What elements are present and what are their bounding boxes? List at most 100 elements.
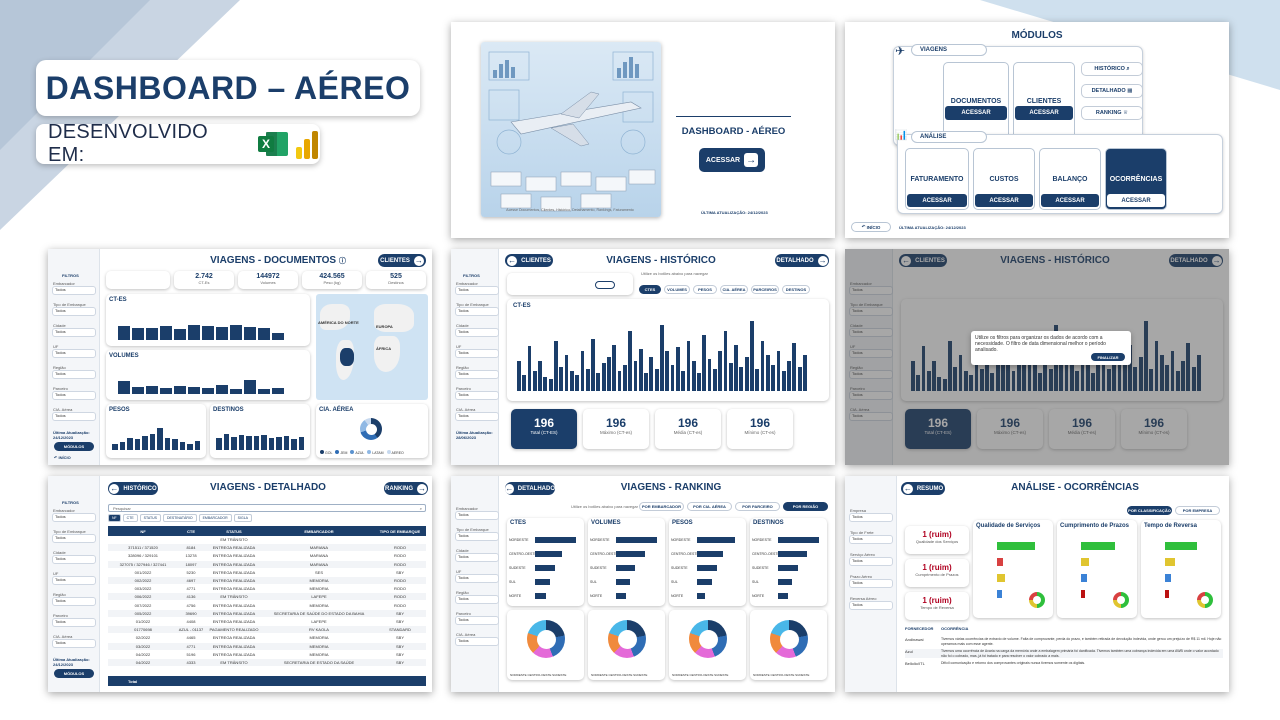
modules-button[interactable]: MÓDULOS — [54, 442, 94, 451]
filter-dropdown[interactable]: Todos — [455, 307, 499, 316]
filter-dropdown[interactable]: Todos — [849, 557, 893, 566]
filter-dropdown[interactable]: Todos — [455, 349, 499, 358]
table-row[interactable]: 02/2022 4465 ENTREGA REALIZADA MEMORIA SBY — [108, 634, 426, 641]
ocorrencias-access-button[interactable]: ACESSAR — [1107, 194, 1165, 207]
nav-detalhado-button[interactable]: ← DETALHADO — [505, 482, 555, 495]
filter-chip[interactable]: NF — [108, 514, 121, 522]
table-row[interactable]: 04/2022 4333 EM TRÂNSITO SECRETARIA DE ESTA… — [108, 659, 426, 666]
filter-dropdown[interactable]: Todos — [455, 637, 499, 646]
module-ranking[interactable]: RANKING ♕ — [1081, 106, 1143, 120]
table-row[interactable]: 371511 / 371520 8184 ENTREGA REALIZADA MARI… — [108, 544, 426, 552]
faturamento-access-button[interactable]: ACESSAR — [907, 194, 967, 207]
table-row[interactable]: 001/2022 5230 ENTREGA REALIZADA SES SBY — [108, 569, 426, 576]
tab-ctes[interactable]: CTES — [639, 285, 661, 294]
filter-chip[interactable]: DESTINATÁRIO — [162, 514, 197, 522]
nav-resumo-button[interactable]: ← RESUMO — [901, 482, 945, 495]
filter-dropdown[interactable]: Todos — [455, 286, 499, 295]
ocorrencias-tab[interactable]: POR EMPRESA — [1175, 506, 1220, 515]
table-row[interactable]: 007/2022 4756 ENTREGA REALIZADA MEMORIA RODO — [108, 602, 426, 609]
filter-dropdown[interactable]: Todos — [455, 595, 499, 604]
filter-dropdown[interactable]: Todos — [455, 391, 499, 400]
filter-dropdown[interactable]: Todos — [455, 412, 499, 421]
date-filter[interactable] — [106, 271, 170, 289]
module-detalhado[interactable]: DETALHADO ▦ — [1081, 84, 1143, 98]
search-input[interactable]: Pesquisar ⌕ — [108, 504, 426, 512]
table-row[interactable]: 006/2022 4136 EM TRÂNSITO LAFEPE RODO — [108, 593, 426, 601]
table-row[interactable]: 01770698 AZUL - 01137 PAGAMENTO REALIZADO R… — [108, 626, 426, 634]
filter-dropdown[interactable]: Todos — [849, 513, 893, 522]
table-row[interactable]: EM TRÂNSITO — [108, 536, 426, 543]
world-map[interactable]: AMÉRICA DO NORTE EUROPA ÁFRICA — [316, 294, 428, 400]
tab-destinos[interactable]: DESTINOS — [782, 285, 810, 294]
filter-chip[interactable]: STATUS — [139, 514, 161, 522]
ranking-tab[interactable]: POR CIA. AÉREA — [687, 502, 732, 511]
filter-dropdown[interactable]: Todos — [52, 412, 96, 421]
custos-access-button[interactable]: ACESSAR — [975, 194, 1033, 207]
tab-parceiros[interactable]: PARCEIROS — [751, 285, 779, 294]
slider-handles[interactable] — [595, 281, 615, 289]
filter-dropdown[interactable]: Todos — [52, 597, 96, 606]
filter-dropdown[interactable]: Todos — [52, 391, 96, 400]
cover-access-button[interactable]: ACESSAR → — [699, 148, 765, 172]
table-row[interactable]: 003/2022 4771 ENTREGA REALIZADA MEMORIA RODO — [108, 585, 426, 592]
home-button[interactable]: ↶ INÍCIO — [54, 455, 71, 460]
documentos-access-button[interactable]: ACESSAR — [945, 106, 1007, 120]
nav-clientes-button[interactable]: CLIENTES → — [378, 254, 426, 267]
filter-dropdown[interactable]: Todos — [849, 535, 893, 544]
filter-chip[interactable]: CTE — [122, 514, 138, 522]
table-row[interactable]: 002/2022 4697 ENTREGA REALIZADA MEMORIA RODO — [108, 577, 426, 584]
filter-dropdown[interactable]: Todos — [52, 307, 96, 316]
column-header[interactable]: NF — [108, 529, 178, 534]
filter-dropdown[interactable]: Todos — [52, 370, 96, 379]
filter-dropdown[interactable]: Todos — [455, 328, 499, 337]
column-header[interactable]: TIPO DE EMBARQUE — [374, 529, 426, 534]
filter-dropdown[interactable]: Todos — [52, 576, 96, 585]
clientes-access-button[interactable]: ACESSAR — [1015, 106, 1073, 120]
filter-chip[interactable]: SIGLA — [233, 514, 252, 522]
column-header[interactable]: EMBARCADOR — [264, 529, 374, 534]
module-historico[interactable]: HISTÓRICO ⌕ — [1081, 62, 1143, 76]
tab-volumes[interactable]: VOLUMES — [664, 285, 690, 294]
table-row[interactable]: 005/2022 39690 ENTREGA REALIZADA SECRETARIA… — [108, 609, 426, 617]
column-header[interactable]: CTE — [178, 529, 204, 534]
filter-dropdown[interactable]: Todos — [52, 349, 96, 358]
home-button[interactable]: ↶ INÍCIO — [851, 222, 891, 232]
table-row[interactable]: 327075 / 327946 / 327441 18097 ENTREGA REA… — [108, 560, 426, 568]
balanco-access-button[interactable]: ACESSAR — [1041, 194, 1099, 207]
nav-historico-button[interactable]: ← HISTÓRICO — [108, 482, 158, 495]
column-header[interactable]: STATUS — [204, 529, 264, 534]
tab-pesos[interactable]: PESOS — [693, 285, 717, 294]
occurrence-row[interactable]: Azul Tivemos uma ocorrência de Avaria na … — [905, 649, 1223, 658]
filter-dropdown[interactable]: Todos — [52, 513, 96, 522]
filter-dropdown[interactable]: Todos — [455, 553, 499, 562]
filter-dropdown[interactable]: Todos — [455, 511, 499, 520]
module-documentos[interactable]: DOCUMENTOS — [943, 62, 1009, 140]
filter-dropdown[interactable]: Todos — [455, 532, 499, 541]
ranking-tab[interactable]: POR EMBARCADOR — [639, 502, 684, 511]
table-row[interactable]: 328096 / 329101 13278 ENTREGA REALIZADA MAR… — [108, 552, 426, 559]
nav-ranking-button[interactable]: RANKING → — [384, 482, 428, 495]
ocorrencias-tab[interactable]: POR CLASSIFICAÇÃO — [1127, 506, 1172, 515]
occurrence-row[interactable]: Andinawai Tivemos várias ocorrências de e… — [905, 637, 1223, 646]
table-row[interactable]: 03/2022 4771 ENTREGA REALIZADA MEMORIA SBY — [108, 642, 426, 650]
filter-dropdown[interactable]: Todos — [849, 601, 893, 610]
tab-ciaarea[interactable]: CIA. AÉREA — [720, 285, 748, 294]
date-slicer[interactable] — [507, 273, 633, 295]
filter-dropdown[interactable]: Todos — [455, 574, 499, 583]
ranking-tab[interactable]: POR PARCEIRO — [735, 502, 780, 511]
filter-dropdown[interactable]: Todos — [52, 555, 96, 564]
nav-detalhado-button[interactable]: DETALHADO → — [775, 254, 829, 267]
filter-chip[interactable]: EMBARCADOR — [198, 514, 232, 522]
filter-dropdown[interactable]: Todos — [455, 370, 499, 379]
table-row[interactable]: 01/2022 4408 ENTREGA REALIZADA LAFEPE SBY — [108, 618, 426, 625]
filter-dropdown[interactable]: Todos — [52, 328, 96, 337]
filter-dropdown[interactable]: Todos — [52, 286, 96, 295]
module-clientes[interactable]: CLIENTES — [1013, 62, 1075, 140]
modules-button[interactable]: MÓDULOS — [54, 669, 94, 678]
ranking-tab[interactable]: POR REGIÃO — [783, 502, 828, 511]
nav-clientes-button[interactable]: ← CLIENTES — [505, 254, 553, 267]
filter-dropdown[interactable]: Todos — [52, 534, 96, 543]
filter-dropdown[interactable]: Todos — [849, 579, 893, 588]
filter-dropdown[interactable]: Todos — [455, 616, 499, 625]
occurrence-row[interactable]: Bellolio/ITL Difícil comunicação e retorn… — [905, 661, 1223, 666]
